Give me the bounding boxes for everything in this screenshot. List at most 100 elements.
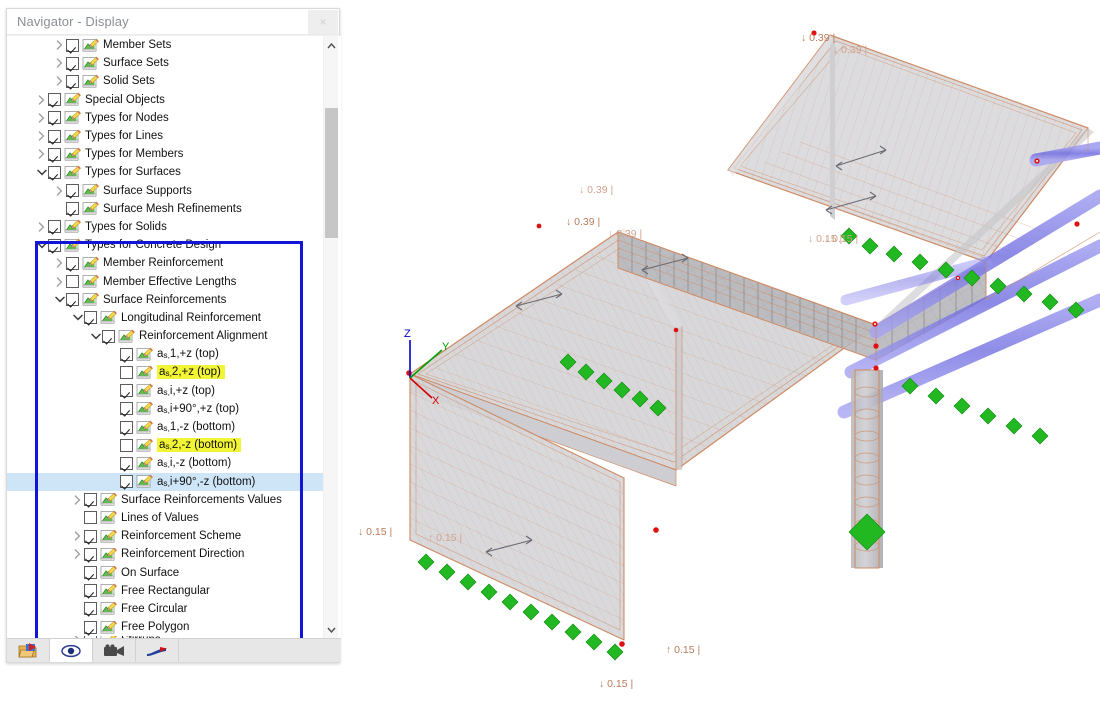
tree-item[interactable]: as,1,+z (top) bbox=[7, 345, 325, 363]
chevron-right-icon[interactable] bbox=[53, 254, 66, 272]
scrollbar-thumb[interactable] bbox=[325, 108, 338, 238]
visibility-checkbox[interactable] bbox=[84, 620, 97, 634]
visibility-checkbox[interactable] bbox=[84, 584, 97, 598]
chevron-placeholder bbox=[53, 200, 66, 218]
tree-item[interactable]: Surface Mesh Refinements bbox=[7, 200, 325, 218]
chevron-down-icon[interactable] bbox=[89, 327, 102, 345]
visibility-checkbox[interactable] bbox=[48, 238, 61, 252]
scroll-up-icon[interactable] bbox=[324, 38, 339, 53]
tree-item[interactable]: as,i,-z (bottom) bbox=[7, 454, 325, 472]
tree-item[interactable]: Surface Supports bbox=[7, 182, 325, 200]
visibility-checkbox[interactable] bbox=[66, 293, 79, 307]
visibility-checkbox[interactable] bbox=[84, 311, 97, 325]
chevron-right-icon[interactable] bbox=[35, 91, 48, 109]
chevron-right-icon[interactable] bbox=[53, 54, 66, 72]
visibility-checkbox[interactable] bbox=[66, 275, 79, 289]
visibility-checkbox[interactable] bbox=[48, 165, 61, 179]
tree-vertical-scrollbar[interactable] bbox=[323, 36, 338, 639]
visibility-checkbox[interactable] bbox=[66, 38, 79, 52]
tree-item[interactable]: Types for Solids bbox=[7, 218, 325, 236]
tree-item[interactable]: Member Sets bbox=[7, 36, 325, 54]
chevron-right-icon[interactable] bbox=[71, 491, 84, 509]
tree-item[interactable]: On Surface bbox=[7, 563, 325, 581]
chevron-right-icon[interactable] bbox=[71, 527, 84, 545]
visibility-checkbox[interactable] bbox=[102, 329, 115, 343]
visibility-checkbox[interactable] bbox=[120, 475, 133, 489]
tree-item[interactable]: Lines of Values bbox=[7, 509, 325, 527]
visibility-checkbox[interactable] bbox=[66, 256, 79, 270]
chevron-right-icon[interactable] bbox=[53, 36, 66, 54]
visibility-checkbox[interactable] bbox=[48, 93, 61, 107]
tree-item[interactable]: as,1,-z (bottom) bbox=[7, 418, 325, 436]
tree-item[interactable]: Member Effective Lengths bbox=[7, 272, 325, 290]
visibility-checkbox[interactable] bbox=[66, 202, 79, 216]
navigator-tree[interactable]: Member Sets Surface Sets Solid Sets Special… bbox=[7, 35, 341, 639]
visibility-checkbox[interactable] bbox=[84, 566, 97, 580]
tab-camera[interactable] bbox=[93, 639, 136, 662]
tab-results[interactable] bbox=[136, 639, 179, 662]
tab-display-eye[interactable] bbox=[50, 639, 93, 662]
visibility-checkbox[interactable] bbox=[120, 384, 133, 398]
tree-item[interactable]: Types for Surfaces bbox=[7, 163, 325, 181]
tree-item[interactable]: Reinforcement Direction bbox=[7, 545, 325, 563]
chevron-right-icon[interactable] bbox=[53, 273, 66, 291]
tree-item[interactable]: Types for Concrete Design bbox=[7, 236, 325, 254]
tree-item[interactable]: as,2,+z (top) bbox=[7, 363, 325, 381]
tree-item[interactable]: Solid Sets bbox=[7, 72, 325, 90]
scroll-down-icon[interactable] bbox=[324, 622, 339, 637]
tree-item[interactable]: Free Rectangular bbox=[7, 582, 325, 600]
visibility-checkbox[interactable] bbox=[120, 456, 133, 470]
tree-item[interactable]: as,2,-z (bottom) bbox=[7, 436, 325, 454]
tree-item[interactable]: as,i+90°,+z (top) bbox=[7, 400, 325, 418]
chevron-down-icon[interactable] bbox=[35, 236, 48, 254]
chevron-right-icon[interactable] bbox=[53, 72, 66, 90]
navigator-tab-strip[interactable] bbox=[7, 638, 341, 662]
tree-item[interactable]: Surface Reinforcements bbox=[7, 291, 325, 309]
chevron-right-icon[interactable] bbox=[53, 182, 66, 200]
chevron-right-icon[interactable] bbox=[35, 127, 48, 145]
chevron-down-icon[interactable] bbox=[53, 291, 66, 309]
tree-item[interactable]: Surface Reinforcements Values bbox=[7, 491, 325, 509]
tree-item[interactable]: as,i+90°,-z (bottom) bbox=[7, 472, 325, 491]
tree-item[interactable]: Longitudinal Reinforcement bbox=[7, 309, 325, 327]
visibility-checkbox[interactable] bbox=[84, 547, 97, 561]
tree-item[interactable]: Free Circular bbox=[7, 600, 325, 618]
model-3d-viewport[interactable]: Z Y X ↓ 0.39 | ↓ 0.39 | ↓ 0.39 | ↓ 0.39 | ↓ … bbox=[346, 0, 1100, 704]
tree-item[interactable]: Reinforcement Alignment bbox=[7, 327, 325, 345]
tree-item[interactable]: Surface Sets bbox=[7, 54, 325, 72]
tab-export[interactable] bbox=[7, 639, 50, 662]
visibility-checkbox[interactable] bbox=[84, 529, 97, 543]
visibility-checkbox[interactable] bbox=[120, 365, 133, 379]
visibility-checkbox[interactable] bbox=[48, 129, 61, 143]
tree-item[interactable]: Member Reinforcement bbox=[7, 254, 325, 272]
visibility-checkbox[interactable] bbox=[120, 438, 133, 452]
visibility-checkbox[interactable] bbox=[84, 493, 97, 507]
chevron-right-icon[interactable] bbox=[35, 109, 48, 127]
chevron-down-icon[interactable] bbox=[35, 163, 48, 181]
visibility-checkbox[interactable] bbox=[120, 402, 133, 416]
visibility-checkbox[interactable] bbox=[66, 56, 79, 70]
tree-item-label: Types for Solids bbox=[85, 220, 167, 233]
chevron-right-icon[interactable] bbox=[71, 545, 84, 563]
chevron-down-icon[interactable] bbox=[71, 309, 84, 327]
tree-item[interactable]: Reinforcement Scheme bbox=[7, 527, 325, 545]
chevron-right-icon[interactable] bbox=[35, 218, 48, 236]
visibility-checkbox[interactable] bbox=[48, 147, 61, 161]
visibility-checkbox[interactable] bbox=[66, 74, 79, 88]
tree-item[interactable]: Types for Nodes bbox=[7, 109, 325, 127]
tree-item[interactable]: as,i,+z (top) bbox=[7, 382, 325, 400]
visibility-checkbox[interactable] bbox=[120, 347, 133, 361]
visibility-checkbox[interactable] bbox=[120, 420, 133, 434]
tree-item[interactable]: Special Objects bbox=[7, 91, 325, 109]
chevron-right-icon[interactable] bbox=[35, 145, 48, 163]
tree-item[interactable]: Free Polygon bbox=[7, 618, 325, 636]
visibility-checkbox[interactable] bbox=[48, 220, 61, 234]
tree-item[interactable]: Types for Lines bbox=[7, 127, 325, 145]
close-icon[interactable]: × bbox=[308, 10, 338, 34]
visibility-checkbox[interactable] bbox=[66, 184, 79, 198]
tree-item[interactable]: Types for Members bbox=[7, 145, 325, 163]
visibility-checkbox[interactable] bbox=[84, 602, 97, 616]
visibility-checkbox[interactable] bbox=[48, 111, 61, 125]
visibility-checkbox[interactable] bbox=[84, 511, 97, 525]
